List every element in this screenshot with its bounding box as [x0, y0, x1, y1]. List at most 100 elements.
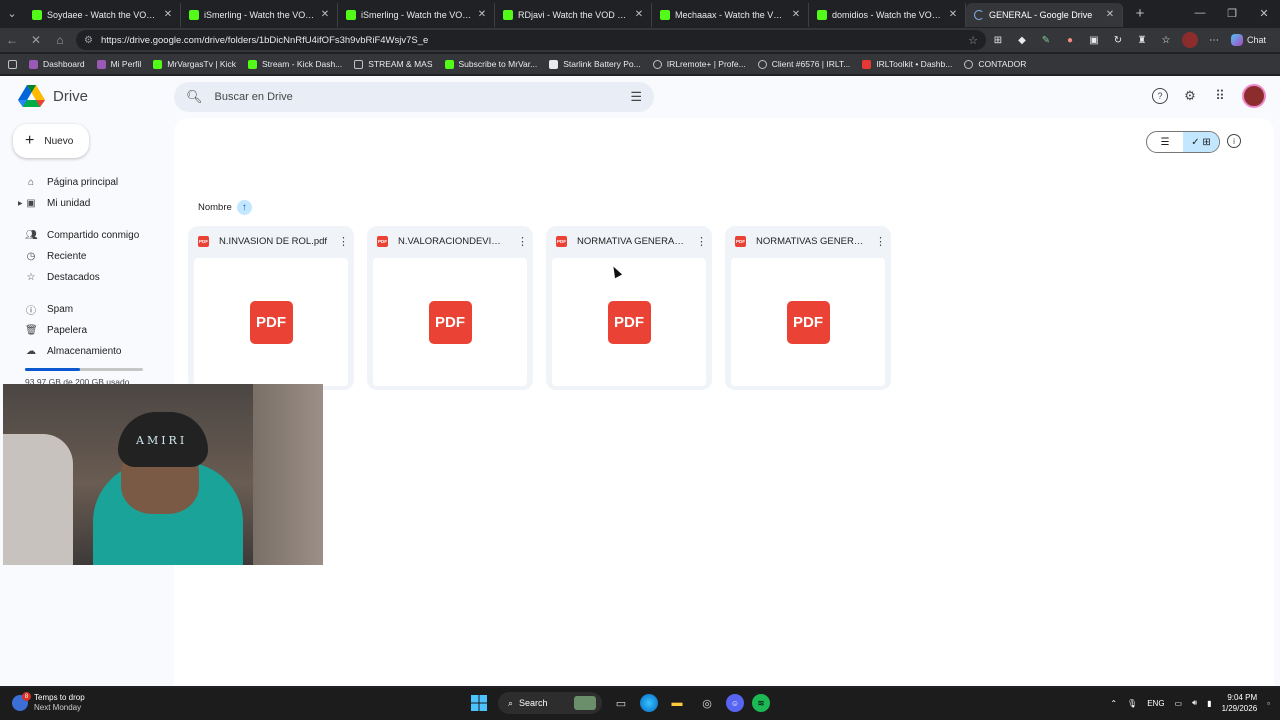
extension-icon[interactable]: ↻ [1110, 32, 1126, 48]
file-thumbnail[interactable]: PDF [731, 258, 885, 386]
help-icon[interactable]: ? [1152, 88, 1168, 104]
battery-icon[interactable]: ▮ [1207, 699, 1211, 708]
account-avatar[interactable] [1242, 84, 1266, 108]
home-icon[interactable]: ⌂ [48, 33, 72, 47]
settings-gear-icon[interactable]: ⚙ [1182, 88, 1198, 104]
bookmark-client[interactable]: Client #6576 | IRLT... [757, 59, 850, 69]
bookmark-irlremote[interactable]: IRLremote+ | Profe... [652, 59, 746, 69]
close-icon[interactable]: ✕ [947, 9, 959, 20]
search-options-icon[interactable]: ☰ [630, 89, 642, 105]
grid-view-button[interactable]: ✓ ⊞ [1183, 132, 1219, 152]
bookmark-kick[interactable]: MrVargasTv | Kick [153, 59, 236, 69]
file-card[interactable]: PDF NORMATIVAS GENERAL... ⋮ PDF [725, 226, 891, 390]
clock-icon: ◷ [26, 251, 36, 262]
bookmark-subscribe[interactable]: Subscribe to MrVar... [444, 59, 537, 69]
favorites-icon[interactable]: ☆ [1158, 32, 1174, 48]
tab-rdjavi[interactable]: RDjavi - Watch the VOD on Kick ✕ [495, 2, 652, 27]
file-explorer-icon[interactable]: ▬ [666, 692, 688, 714]
close-icon[interactable]: ✕ [633, 9, 645, 20]
maximize-icon[interactable]: ❐ [1216, 7, 1248, 20]
extension-icon[interactable]: ✎ [1038, 32, 1054, 48]
more-options-icon[interactable]: ⋮ [875, 235, 886, 248]
new-button[interactable]: + Nuevo [13, 124, 89, 158]
copilot-chat-button[interactable]: Chat [1225, 31, 1272, 49]
obs-app-icon[interactable]: ◎ [696, 692, 718, 714]
tab-ismerling-1[interactable]: iSmerling - Watch the VOD on Kick ✕ [181, 2, 338, 27]
discord-icon[interactable]: ☺ [726, 694, 744, 712]
bookmark-contador[interactable]: CONTADOR [964, 59, 1026, 69]
sort-control[interactable]: Nombre ↑ [198, 200, 252, 215]
bookmark-folder[interactable]: STREAM & MAS [354, 59, 433, 69]
tray-overflow-icon[interactable]: ⌃ [1110, 699, 1117, 708]
stop-loading-icon[interactable]: ✕ [24, 33, 48, 47]
taskbar-search[interactable]: ⌕ Search [498, 692, 602, 714]
network-icon[interactable]: ▭ [1175, 699, 1183, 708]
more-options-icon[interactable]: ⋮ [338, 235, 349, 248]
more-options-icon[interactable]: ⋮ [696, 235, 707, 248]
bookmark-irltoolkit[interactable]: IRLToolkit • Dashb... [862, 59, 952, 69]
back-icon[interactable]: ← [0, 33, 24, 47]
profile-icon[interactable] [1182, 32, 1198, 48]
apps-grid-icon[interactable]: ⠿ [1212, 88, 1228, 104]
file-card[interactable]: PDF N.VALORACIONDEVIDA... ⋮ PDF [367, 226, 533, 390]
file-thumbnail[interactable]: PDF [373, 258, 527, 386]
address-bar[interactable]: ⚙ https://drive.google.com/drive/folders… [76, 30, 986, 50]
file-thumbnail[interactable]: PDF [194, 258, 348, 386]
bookmark-dashboard[interactable]: Dashboard [29, 59, 85, 69]
new-tab-button[interactable]: + [1129, 5, 1151, 22]
close-icon[interactable]: ✕ [319, 9, 331, 20]
spotify-icon[interactable]: ≋ [752, 694, 770, 712]
info-icon[interactable]: i [1227, 134, 1241, 148]
extension-icon[interactable]: ♜ [1134, 32, 1150, 48]
extension-icon[interactable]: ● [1062, 32, 1078, 48]
weather-widget[interactable]: 8 Temps to drop Next Monday [12, 692, 85, 713]
tab-mechaaax[interactable]: Mechaaax - Watch the VOD on Kick ✕ [652, 2, 809, 27]
language-indicator[interactable]: ENG [1147, 699, 1164, 708]
bookmark-item[interactable] [8, 59, 17, 69]
expand-caret-icon[interactable]: ▶ [18, 200, 23, 207]
close-icon[interactable]: ✕ [790, 9, 802, 20]
sidebar-item-spam[interactable]: ⓘ Spam [0, 299, 170, 320]
sidebar-item-recent[interactable]: ◷ Reciente [0, 246, 170, 267]
site-info-icon[interactable]: ⚙ [84, 35, 93, 46]
tab-google-drive[interactable]: GENERAL - Google Drive ✕ [966, 2, 1123, 27]
sidebar-item-shared[interactable]: 👥︎ Compartido conmigo [0, 225, 170, 246]
sort-ascending-icon[interactable]: ↑ [236, 200, 252, 215]
volume-icon[interactable]: 🔊︎ [1192, 698, 1197, 708]
drive-search-input[interactable]: 🔍︎ Buscar en Drive ☰ [174, 82, 654, 112]
sidebar-item-trash[interactable]: 🗑︎ Papelera [0, 320, 170, 341]
tab-soydaee[interactable]: Soydaee - Watch the VOD on Kick ✕ [24, 2, 181, 27]
drive-logo[interactable]: Drive [18, 85, 88, 107]
file-thumbnail[interactable]: PDF [552, 258, 706, 386]
extension-icon[interactable]: ◆ [1014, 32, 1030, 48]
close-icon[interactable]: ✕ [162, 9, 174, 20]
start-windows-icon[interactable] [468, 692, 490, 714]
clock[interactable]: 9:04 PM 1/29/2026 [1222, 692, 1258, 714]
more-menu-icon[interactable]: ⋯ [1206, 32, 1222, 48]
edge-browser-icon[interactable] [640, 694, 658, 712]
extension-icon[interactable]: ▣ [1086, 32, 1102, 48]
more-options-icon[interactable]: ⋮ [517, 235, 528, 248]
file-card[interactable]: PDF N.INVASION DE ROL.pdf ⋮ PDF [188, 226, 354, 390]
sidebar-item-storage[interactable]: ☁ Almacenamiento [0, 341, 170, 362]
close-window-icon[interactable]: ✕ [1248, 7, 1280, 20]
sidebar-item-starred[interactable]: ☆ Destacados [0, 267, 170, 288]
minimize-icon[interactable]: — [1184, 7, 1216, 20]
bookmark-starlink[interactable]: Starlink Battery Po... [549, 59, 641, 69]
microphone-icon[interactable]: 🎙︎ [1127, 699, 1137, 708]
file-card[interactable]: PDF NORMATIVA GENERAL... ⋮ PDF [546, 226, 712, 390]
bookmark-mi-perfil[interactable]: Mi Perfil [96, 59, 141, 69]
extension-icon[interactable]: ⊞ [990, 32, 1006, 48]
task-view-icon[interactable]: ▭ [610, 692, 632, 714]
tab-search-icon[interactable]: ⌄ [0, 0, 24, 27]
sidebar-item-home[interactable]: ⌂ Página principal [0, 172, 170, 193]
bookmark-star-icon[interactable]: ☆ [968, 34, 978, 47]
list-view-button[interactable]: ☰ [1147, 132, 1183, 152]
tab-ismerling-2[interactable]: iSmerling - Watch the VOD on Kick ✕ [338, 2, 495, 27]
tab-domidios[interactable]: domidios - Watch the VOD on Kick ✕ [809, 2, 966, 27]
sidebar-item-my-drive[interactable]: ▶ ▣ Mi unidad [0, 193, 170, 214]
close-icon[interactable]: ✕ [1104, 9, 1116, 20]
bookmark-stream-kick[interactable]: Stream - Kick Dash... [247, 59, 342, 69]
close-icon[interactable]: ✕ [476, 9, 488, 20]
notifications-icon[interactable]: ▫ [1267, 699, 1270, 708]
